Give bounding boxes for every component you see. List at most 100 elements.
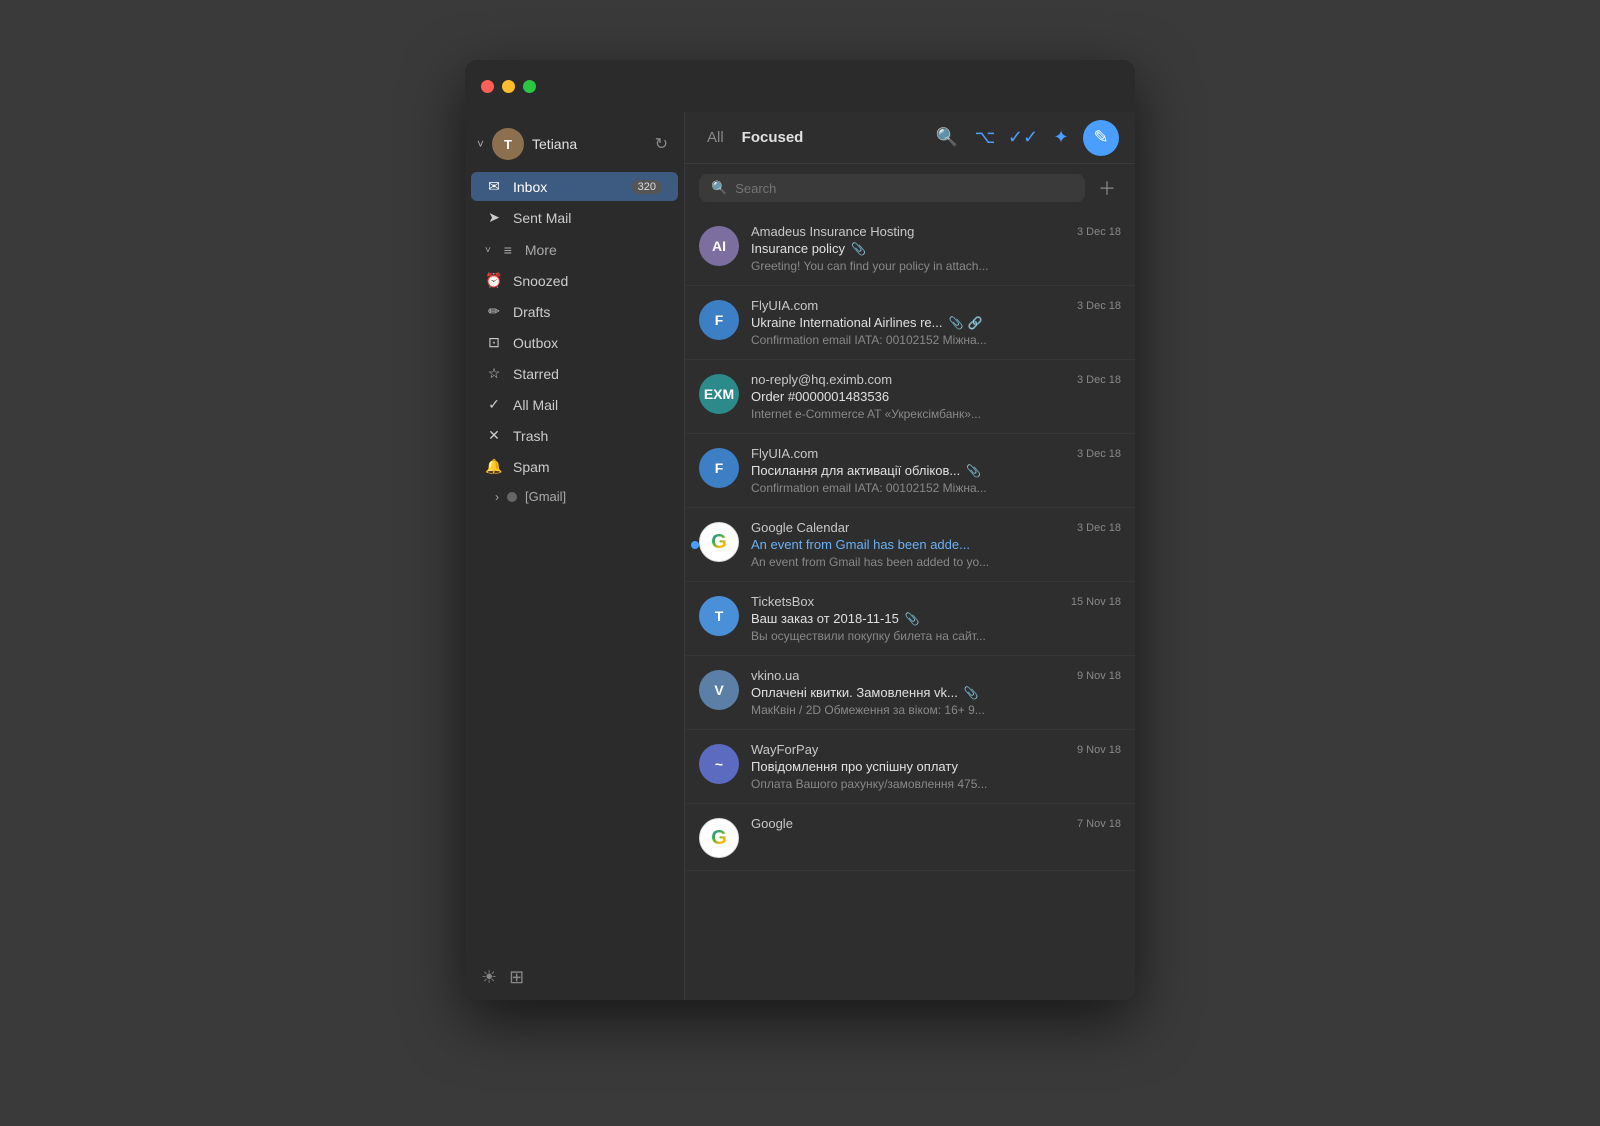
email-subject: Ukraine International Airlines re... [751, 315, 942, 330]
search-input-wrap: 🔍 [699, 174, 1085, 202]
email-item[interactable]: T TicketsBox 15 Nov 18 Ваш заказ от 2018… [685, 582, 1135, 656]
more-label: More [525, 242, 557, 258]
email-header: FlyUIA.com 3 Dec 18 [751, 298, 1121, 313]
email-date: 7 Nov 18 [1077, 818, 1121, 830]
more-section-header[interactable]: ˅ ≡ More [471, 236, 678, 264]
email-subject-row: Ukraine International Airlines re... 📎🔗 [751, 315, 1121, 330]
email-icons: 📎 [964, 686, 979, 700]
sidebar-item-snoozed[interactable]: ⏰ Snoozed [471, 266, 678, 295]
unread-dot [691, 541, 699, 549]
spam-label: Spam [513, 459, 662, 475]
email-preview: Вы осуществили покупку билета на сайт... [751, 629, 1121, 643]
sidebar-item-starred[interactable]: ☆ Starred [471, 359, 678, 388]
email-item[interactable]: F FlyUIA.com 3 Dec 18 Посилання для акти… [685, 434, 1135, 508]
trash-label: Trash [513, 428, 662, 444]
minimize-button[interactable] [502, 80, 515, 93]
mark-all-button[interactable]: ✓✓ [1007, 122, 1039, 154]
avatar-letter: F [715, 312, 724, 328]
compose-icon: ✎ [1093, 127, 1108, 148]
avatar-letter: V [714, 682, 723, 698]
avatar-letter: T [715, 608, 724, 624]
email-date: 9 Nov 18 [1077, 744, 1121, 756]
email-content: Google Calendar 3 Dec 18 An event from G… [751, 520, 1121, 569]
email-icons: 📎 [966, 464, 981, 478]
email-subject: Insurance policy [751, 241, 845, 256]
email-item[interactable]: V vkino.ua 9 Nov 18 Оплачені квитки. Зам… [685, 656, 1135, 730]
avatar: F [699, 448, 739, 488]
email-content: no-reply@hq.eximb.com 3 Dec 18 Order #00… [751, 372, 1121, 421]
window-controls [481, 80, 536, 93]
email-header: WayForPay 9 Nov 18 [751, 742, 1121, 757]
search-input-icon: 🔍 [711, 180, 727, 196]
sync-icon: ↻ [655, 134, 668, 154]
email-subject: Ваш заказ от 2018-11-15 [751, 611, 899, 626]
title-bar [465, 60, 1135, 112]
maximize-button[interactable] [523, 80, 536, 93]
email-preview: An event from Gmail has been added to yo… [751, 555, 1121, 569]
avatar: F [699, 300, 739, 340]
email-header: vkino.ua 9 Nov 18 [751, 668, 1121, 683]
email-sender: FlyUIA.com [751, 446, 818, 461]
email-item[interactable]: F FlyUIA.com 3 Dec 18 Ukraine Internatio… [685, 286, 1135, 360]
main-area: ˅ T Tetiana ↻ ✉ Inbox 320 ➤ Sent Mail ˅ [465, 112, 1135, 1000]
email-sender: WayForPay [751, 742, 818, 757]
attachment-icon: 📎 [851, 242, 866, 256]
spam-icon: 🔔 [485, 458, 503, 475]
all-mail-label: All Mail [513, 397, 662, 413]
avatar: G [699, 522, 739, 562]
email-preview: Confirmation email IATA: 00102152 Міжна.… [751, 333, 1121, 347]
sidebar-item-trash[interactable]: ✕ Trash [471, 421, 678, 450]
inbox-badge: 320 [632, 180, 662, 194]
sidebar-item-outbox[interactable]: ⊡ Outbox [471, 328, 678, 357]
gmail-label: [Gmail] [525, 489, 566, 504]
magic-button[interactable]: ✦ [1045, 122, 1077, 154]
drafts-label: Drafts [513, 304, 662, 320]
sparkle-icon: ✦ [1053, 127, 1068, 148]
email-date: 3 Dec 18 [1077, 226, 1121, 238]
sidebar-footer: ☀ ⊞ [465, 955, 684, 1000]
search-input[interactable] [735, 181, 1073, 196]
email-icons: 📎 [851, 242, 866, 256]
sidebar-item-sent[interactable]: ➤ Sent Mail [471, 203, 678, 232]
search-button[interactable]: 🔍 [931, 122, 963, 154]
sidebar-item-gmail[interactable]: › [Gmail] [471, 483, 678, 510]
close-button[interactable] [481, 80, 494, 93]
sidebar-item-spam[interactable]: 🔔 Spam [471, 452, 678, 481]
all-tab[interactable]: All [701, 125, 730, 150]
double-check-icon: ✓✓ [1008, 127, 1038, 148]
toolbar: All Focused 🔍 ⌥ ✓✓ ✦ ✎ [685, 112, 1135, 164]
email-content: vkino.ua 9 Nov 18 Оплачені квитки. Замов… [751, 668, 1121, 717]
email-subject: Повідомлення про успішну оплату [751, 759, 958, 774]
account-header[interactable]: ˅ T Tetiana ↻ [465, 120, 684, 172]
email-item[interactable]: EXM no-reply@hq.eximb.com 3 Dec 18 Order… [685, 360, 1135, 434]
email-date: 15 Nov 18 [1071, 596, 1121, 608]
avatar: V [699, 670, 739, 710]
sidebar-item-all-mail[interactable]: ✓ All Mail [471, 390, 678, 419]
email-content: TicketsBox 15 Nov 18 Ваш заказ от 2018-1… [751, 594, 1121, 643]
account-name: Tetiana [532, 136, 647, 152]
email-preview: Оплата Вашого рахунку/замовлення 475... [751, 777, 1121, 791]
sidebar-item-drafts[interactable]: ✏ Drafts [471, 297, 678, 326]
focused-tab[interactable]: Focused [736, 125, 810, 150]
email-item[interactable]: G Google 7 Nov 18 [685, 804, 1135, 871]
filter-button[interactable]: ⌥ [969, 122, 1001, 154]
email-subject-row: Insurance policy 📎 [751, 241, 1121, 256]
sidebar-item-inbox[interactable]: ✉ Inbox 320 [471, 172, 678, 201]
email-header: Amadeus Insurance Hosting 3 Dec 18 [751, 224, 1121, 239]
content-area: All Focused 🔍 ⌥ ✓✓ ✦ ✎ [685, 112, 1135, 1000]
email-preview: Confirmation email IATA: 00102152 Міжна.… [751, 481, 1121, 495]
settings-icon[interactable]: ☀ [481, 967, 497, 988]
compose-button[interactable]: ✎ [1083, 120, 1119, 156]
mail-app-window: ˅ T Tetiana ↻ ✉ Inbox 320 ➤ Sent Mail ˅ [465, 60, 1135, 1000]
email-item[interactable]: ~ WayForPay 9 Nov 18 Повідомлення про ус… [685, 730, 1135, 804]
email-item[interactable]: AI Amadeus Insurance Hosting 3 Dec 18 In… [685, 212, 1135, 286]
layout-icon[interactable]: ⊞ [509, 967, 524, 988]
gmail-dot-icon [507, 492, 517, 502]
email-header: Google Calendar 3 Dec 18 [751, 520, 1121, 535]
email-item[interactable]: G Google Calendar 3 Dec 18 An event from… [685, 508, 1135, 582]
email-content: WayForPay 9 Nov 18 Повідомлення про успі… [751, 742, 1121, 791]
more-icon: ≡ [499, 242, 517, 258]
outbox-label: Outbox [513, 335, 662, 351]
email-subject-row: Посилання для активації обліков... 📎 [751, 463, 1121, 478]
add-button[interactable]: ＋ [1093, 174, 1121, 202]
